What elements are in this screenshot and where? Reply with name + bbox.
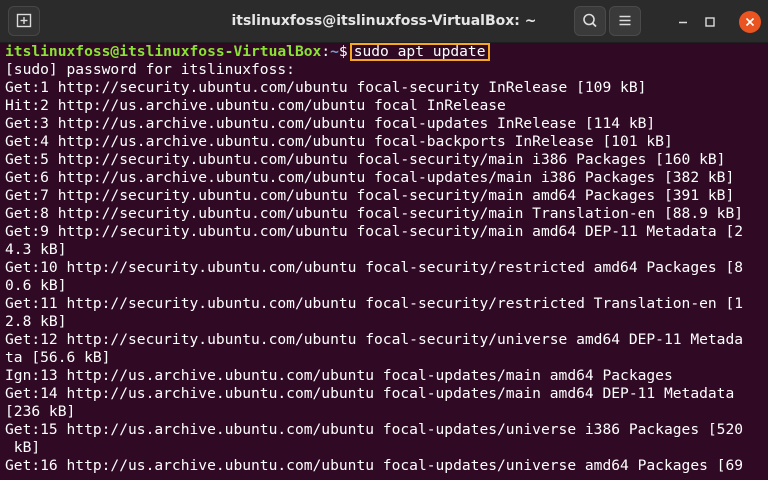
- output-line: Get:12 http://security.ubuntu.com/ubuntu…: [5, 331, 744, 348]
- prompt-user-host: itslinuxfoss@itslinuxfoss-VirtualBox: [5, 43, 322, 60]
- close-button[interactable]: [739, 11, 761, 33]
- output-line: Get:7 http://security.ubuntu.com/ubuntu …: [5, 187, 735, 204]
- terminal-window: itslinuxfoss@itslinuxfoss-VirtualBox: ~: [0, 0, 768, 480]
- output-line: Get:10 http://security.ubuntu.com/ubuntu…: [5, 259, 744, 276]
- output-line: Get:15 http://us.archive.ubuntu.com/ubun…: [5, 421, 744, 438]
- terminal-output[interactable]: itslinuxfoss@itslinuxfoss-VirtualBox:~$ s…: [0, 43, 768, 480]
- output-line: Get:14 http://us.archive.ubuntu.com/ubun…: [5, 385, 735, 402]
- prompt-colon: :: [321, 43, 331, 60]
- window-title: itslinuxfoss@itslinuxfoss-VirtualBox: ~: [231, 13, 537, 29]
- menu-button[interactable]: [609, 6, 641, 36]
- search-icon: [575, 7, 605, 35]
- output-line: [236 kB]: [5, 403, 76, 420]
- output-line: Get:9 http://security.ubuntu.com/ubuntu …: [5, 223, 744, 240]
- maximize-icon: [699, 11, 721, 33]
- prompt-line: itslinuxfoss@itslinuxfoss-VirtualBox:~$ s…: [5, 43, 768, 61]
- output-line: Hit:2 http://us.archive.ubuntu.com/ubunt…: [5, 97, 506, 114]
- output-line: Get:16 http://us.archive.ubuntu.com/ubun…: [5, 457, 744, 474]
- hamburger-menu-icon: [610, 7, 640, 35]
- output-line: 0.6 kB]: [5, 277, 67, 294]
- output-line: kB]: [5, 439, 41, 456]
- output-line: 2.8 kB]: [5, 313, 67, 330]
- new-tab-button[interactable]: [8, 6, 40, 36]
- output-line: Get:3 http://us.archive.ubuntu.com/ubunt…: [5, 115, 656, 132]
- search-button[interactable]: [574, 6, 606, 36]
- command-text: sudo apt update: [349, 43, 490, 61]
- minimize-icon: [672, 11, 694, 33]
- output-line: Ign:13 http://us.archive.ubuntu.com/ubun…: [5, 367, 673, 384]
- output-line: Get:6 http://us.archive.ubuntu.com/ubunt…: [5, 169, 735, 186]
- close-icon: [739, 11, 761, 33]
- output-line: Get:8 http://security.ubuntu.com/ubuntu …: [5, 205, 744, 222]
- prompt-symbol: $: [338, 43, 348, 60]
- new-tab-icon: [9, 7, 39, 35]
- minimize-button[interactable]: [672, 11, 694, 33]
- output-line: Get:4 http://us.archive.ubuntu.com/ubunt…: [5, 133, 673, 150]
- maximize-button[interactable]: [699, 11, 721, 33]
- output-line: Get:11 http://security.ubuntu.com/ubuntu…: [5, 295, 744, 312]
- output-line: Get:1 http://security.ubuntu.com/ubuntu …: [5, 79, 647, 96]
- prompt-path: ~: [330, 43, 339, 60]
- output-line: [sudo] password for itslinuxfoss:: [5, 61, 295, 78]
- output-line: Get:5 http://security.ubuntu.com/ubuntu …: [5, 151, 726, 168]
- output-line: ta [56.6 kB]: [5, 349, 111, 366]
- output-line: 4.3 kB]: [5, 241, 67, 258]
- title-bar: itslinuxfoss@itslinuxfoss-VirtualBox: ~: [0, 0, 768, 43]
